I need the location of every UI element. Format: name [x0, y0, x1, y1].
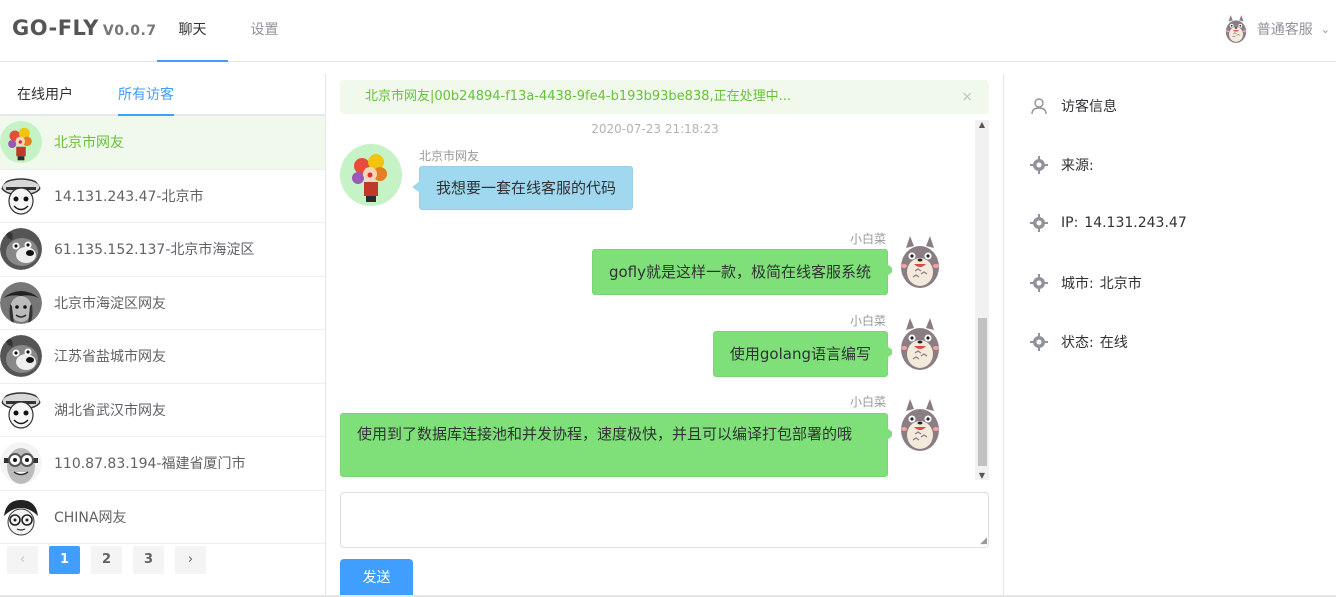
tab-online-users[interactable]: 在线用户: [17, 74, 73, 116]
visitor-name: 110.87.83.194-福建省厦门市: [54, 456, 246, 473]
sender-name: 小白菜: [849, 314, 886, 328]
visitor-name: 北京市海淀区网友: [54, 295, 166, 312]
close-icon[interactable]: ×: [961, 80, 973, 114]
info-title: 访客信息: [1061, 99, 1117, 115]
visitor-name: 江苏省盐城市网友: [54, 349, 166, 366]
visitor-item[interactable]: CHINA网友: [0, 491, 325, 544]
info-city-row: 城市: 北京市: [1030, 273, 1142, 293]
resize-handle-icon[interactable]: ◢: [980, 536, 987, 546]
minion-avatar: [0, 442, 42, 484]
app-logo: GO-FLY V0.0.7: [12, 16, 157, 40]
logo-text: GO-FLY: [12, 16, 99, 40]
scroll-down-icon[interactable]: ▼: [975, 471, 989, 480]
visitor-item[interactable]: 14.131.243.47-北京市: [0, 170, 325, 223]
notice-text: 北京市网友|00b24894-f13a-4438-9fe4-b193b93be8…: [365, 89, 792, 104]
balloon-clown-avatar: [0, 121, 42, 163]
info-source-label: 来源:: [1061, 158, 1094, 174]
pirate-avatar: [0, 282, 42, 324]
message-bubble: 使用到了数据库连接池和并发协程，速度极快，并且可以编译打包部署的哦: [340, 413, 895, 477]
luffy-avatar: [0, 175, 42, 217]
message-input[interactable]: ◢: [340, 492, 989, 548]
visitor-message: 北京市网友 我想要一套在线客服的代码: [340, 144, 980, 214]
visitor-name: 北京市网友: [54, 135, 124, 152]
visitor-name: 湖北省武汉市网友: [54, 402, 166, 419]
version-label: V0.0.7: [102, 23, 157, 39]
tab-settings[interactable]: 设置: [229, 0, 300, 62]
info-ip-label: IP:: [1061, 215, 1079, 231]
sender-name: 北京市网友: [419, 149, 480, 163]
sender-name: 小白菜: [849, 232, 886, 246]
visitor-info-panel: 访客信息 来源: IP: 14.131.243.47 城市: 北京市 状态: 在…: [1003, 74, 1336, 597]
agent-name: 普通客服: [1256, 22, 1313, 38]
visitor-item[interactable]: 江苏省盐城市网友: [0, 330, 325, 384]
visitor-item[interactable]: 110.87.83.194-福建省厦门市: [0, 437, 325, 491]
info-city-label: 城市:: [1061, 276, 1094, 292]
info-city-value: 北京市: [1099, 276, 1142, 292]
bear-avatar: [0, 228, 42, 270]
tab-chat[interactable]: 聊天: [157, 0, 228, 62]
visitor-item[interactable]: 湖北省武汉市网友: [0, 384, 325, 437]
info-source-row: 来源:: [1030, 155, 1100, 175]
page-button-3[interactable]: 3: [133, 546, 164, 574]
info-ip-row: IP: 14.131.243.47: [1030, 214, 1187, 232]
prev-page-button[interactable]: ‹: [7, 546, 38, 574]
visitor-item[interactable]: 北京市网友: [0, 116, 325, 170]
next-page-button[interactable]: ›: [175, 546, 206, 574]
message-bubble: 使用golang语言编写: [712, 331, 896, 377]
message-bubble: gofly就是这样一款，极简在线客服系统: [591, 249, 896, 295]
top-navbar: GO-FLY V0.0.7 聊天 设置 普通客服 ⌄: [0, 0, 1336, 62]
gear-icon: [1030, 274, 1048, 292]
scroll-up-icon[interactable]: ▲: [975, 120, 989, 129]
info-status-label: 状态:: [1061, 335, 1094, 351]
bear-avatar: [0, 335, 42, 377]
visitor-tabs: 在线用户 所有访客: [0, 74, 325, 116]
message-list[interactable]: 2020-07-23 21:18:23 北京市网友 我想要一套在线客服的代码 小…: [340, 120, 989, 480]
info-status-row: 状态: 在线: [1030, 332, 1128, 352]
agent-message: 小白菜 使用golang语言编写: [340, 310, 970, 384]
totoro-avatar: [892, 234, 948, 290]
conan-avatar: [0, 496, 42, 538]
scrollbar-thumb[interactable]: [978, 318, 987, 466]
message-scrollbar[interactable]: ▲ ▼: [975, 120, 989, 480]
totoro-avatar: [892, 397, 948, 453]
info-title-row: 访客信息: [1030, 96, 1117, 116]
visitor-item[interactable]: 61.135.152.137-北京市海淀区: [0, 223, 325, 277]
info-status-value: 在线: [1099, 335, 1128, 351]
totoro-avatar: [892, 316, 948, 372]
page-button-2[interactable]: 2: [91, 546, 122, 574]
visitor-name: 14.131.243.47-北京市: [54, 188, 204, 205]
tab-all-visitors[interactable]: 所有访客: [118, 74, 174, 116]
chat-panel: 北京市网友|00b24894-f13a-4438-9fe4-b193b93be8…: [328, 74, 1002, 597]
pagination: ‹ 1 2 3 ›: [7, 546, 206, 574]
balloon-clown-avatar: [340, 144, 402, 206]
chevron-down-icon: ⌄: [1320, 22, 1330, 36]
gear-icon: [1030, 156, 1048, 174]
agent-message: 小白菜 使用到了数据库连接池和并发协程，速度极快，并且可以编译打包部署的哦: [340, 391, 970, 480]
gear-icon: [1030, 333, 1048, 351]
session-notice: 北京市网友|00b24894-f13a-4438-9fe4-b193b93be8…: [340, 80, 989, 114]
send-button[interactable]: 发送: [340, 559, 413, 597]
visitor-list-panel: 在线用户 所有访客 北京市网友 14.131.243.47-北京市 61.135…: [0, 74, 326, 597]
luffy-avatar: [0, 389, 42, 431]
agent-message: 小白菜 gofly就是这样一款，极简在线客服系统: [340, 228, 970, 302]
agent-menu[interactable]: 普通客服 ⌄: [1221, 14, 1330, 44]
visitor-item[interactable]: 北京市海淀区网友: [0, 277, 325, 330]
visitor-name: 61.135.152.137-北京市海淀区: [54, 242, 255, 259]
agent-avatar: [1221, 14, 1251, 44]
sender-name: 小白菜: [849, 395, 886, 409]
user-icon: [1031, 98, 1047, 115]
page-button-1[interactable]: 1: [49, 546, 80, 574]
message-timestamp: 2020-07-23 21:18:23: [591, 122, 719, 136]
gear-icon: [1030, 214, 1048, 232]
visitor-name: CHINA网友: [54, 509, 127, 526]
info-ip-value: 14.131.243.47: [1084, 215, 1187, 231]
message-bubble: 我想要一套在线客服的代码: [411, 166, 634, 210]
